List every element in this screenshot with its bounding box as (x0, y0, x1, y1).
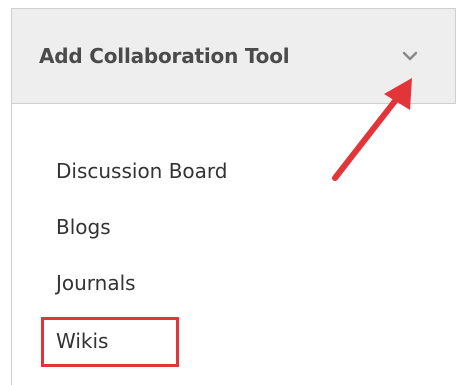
menu-item-blogs[interactable]: Blogs (56, 215, 111, 239)
screen: Add Collaboration Tool Discussion Board … (0, 0, 461, 385)
red-arrow-icon (332, 78, 412, 181)
chevron-down-icon[interactable] (402, 50, 418, 62)
menu-title: Add Collaboration Tool (39, 44, 290, 68)
menu-item-discussion-board[interactable]: Discussion Board (56, 159, 228, 183)
menu-item-journals[interactable]: Journals (56, 271, 136, 295)
wikis-highlight-box (41, 317, 179, 367)
